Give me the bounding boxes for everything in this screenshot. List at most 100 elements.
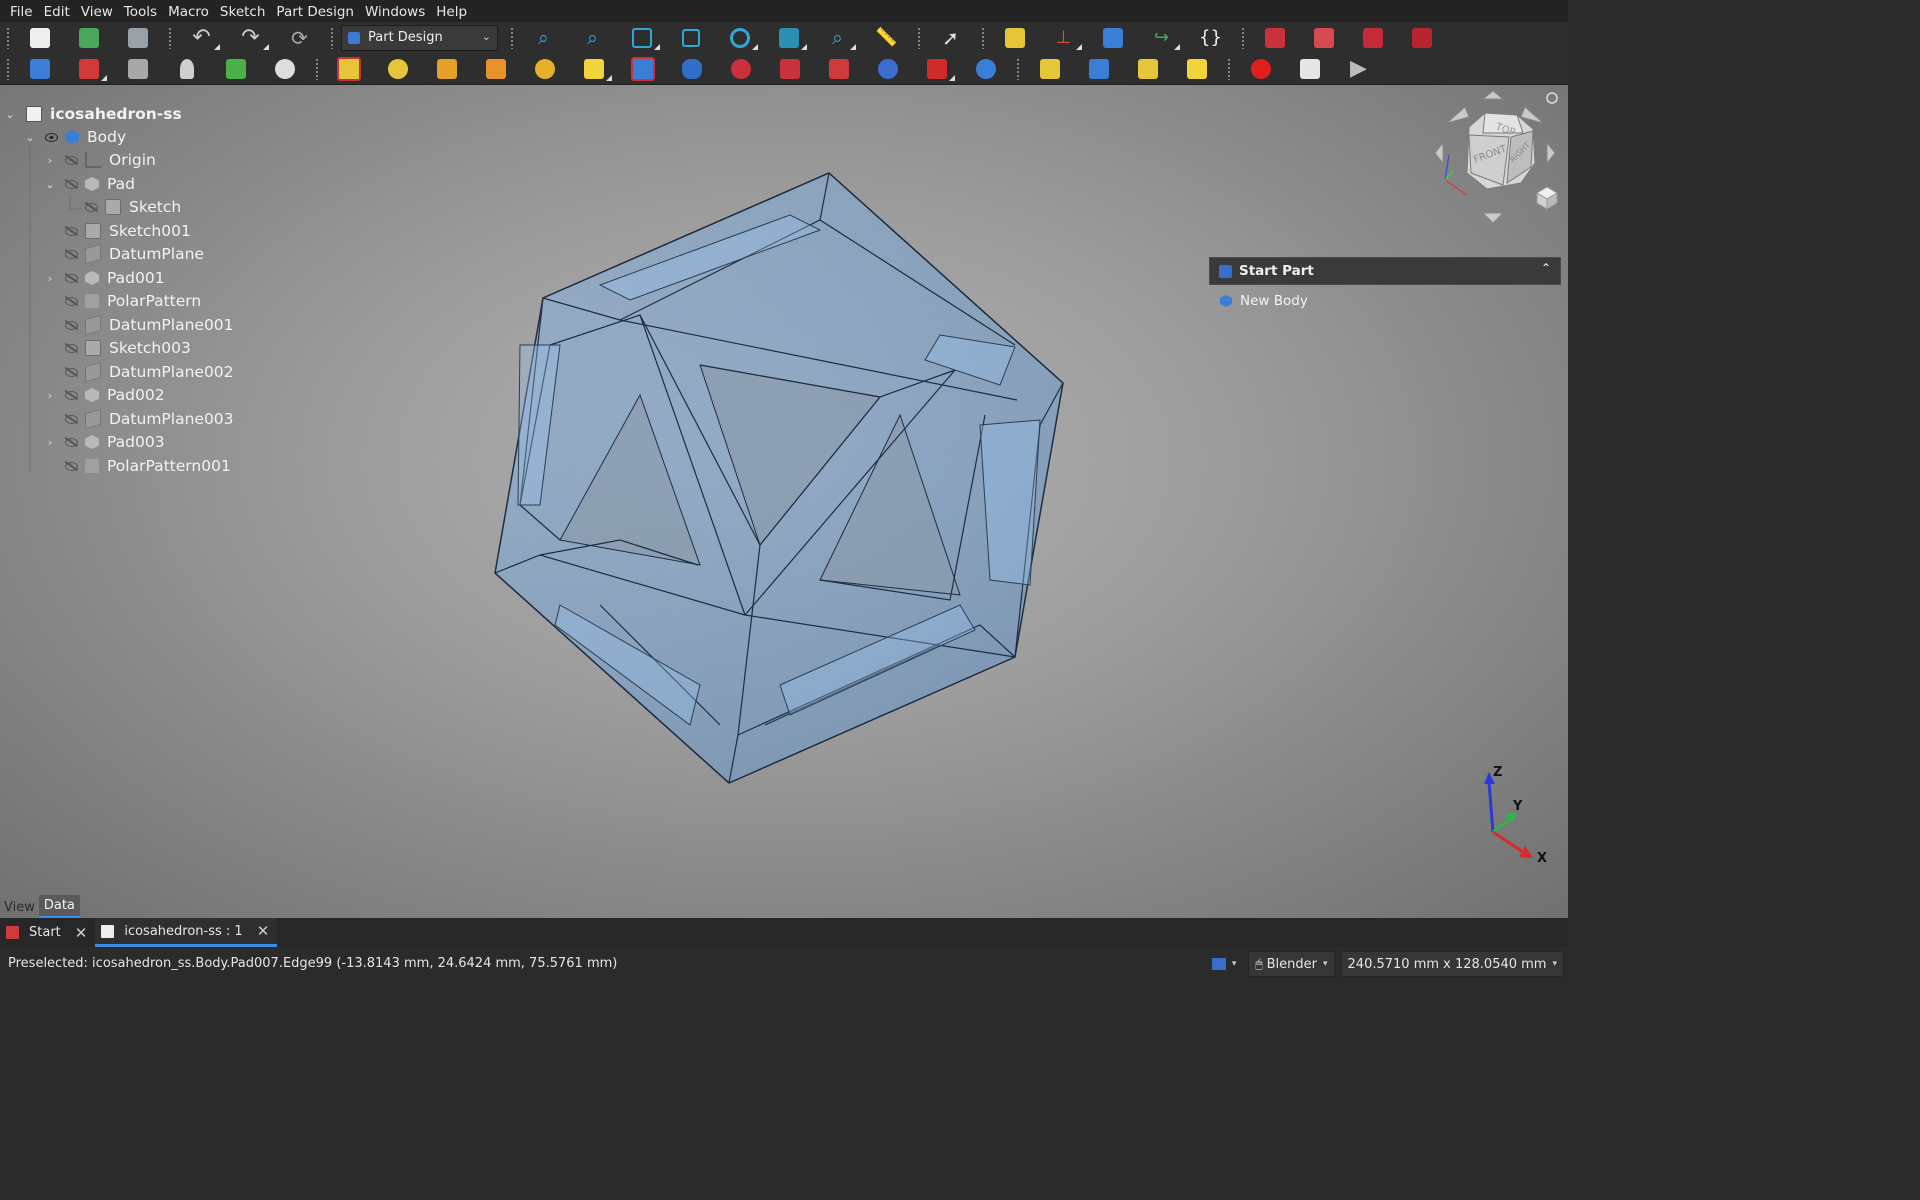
toolbar-grip[interactable] (315, 57, 319, 80)
icosahedron-model[interactable] (0, 85, 1568, 918)
sync-view-button[interactable] (715, 23, 764, 53)
validate-sketch-button[interactable] (113, 54, 162, 84)
body-button[interactable] (15, 54, 64, 84)
subtractive-primitive-button[interactable] (912, 54, 961, 84)
hidden-eye-icon[interactable] (64, 296, 78, 306)
pocket-button[interactable] (618, 54, 667, 84)
menu-file[interactable]: File (6, 4, 37, 20)
new-sketch-button[interactable] (64, 54, 113, 84)
fit-all-button[interactable]: ⌕ (519, 23, 568, 53)
additive-helix-button[interactable] (520, 54, 569, 84)
macro-execute-button[interactable]: ▶ (1334, 54, 1383, 84)
toolbar-grip[interactable] (510, 26, 514, 49)
navigation-style-selector[interactable]: 🖱 Blender ▾ (1248, 951, 1335, 977)
toolbar-grip[interactable] (917, 26, 921, 49)
tree-item-datumplane[interactable]: DatumPlane (44, 243, 204, 265)
new-document-button[interactable] (15, 23, 64, 53)
chevron-right-icon[interactable]: › (44, 389, 56, 402)
tree-item-document[interactable]: ⌄ icosahedron-ss (4, 103, 181, 125)
tree-item-pad002[interactable]: › Pad002 (44, 384, 165, 406)
hidden-eye-icon[interactable] (64, 367, 78, 377)
tree-item-pad001[interactable]: › Pad001 (44, 267, 165, 289)
hidden-eye-icon[interactable] (64, 437, 78, 447)
create-part-button[interactable] (990, 23, 1039, 53)
navigation-cube[interactable]: TOP FRONT RIGHT (1425, 85, 1565, 230)
create-body-button[interactable] (1250, 23, 1299, 53)
chevron-down-icon[interactable]: ⌄ (4, 108, 16, 121)
chevron-down-icon[interactable]: ⌄ (44, 178, 56, 191)
toolbar-grip[interactable] (1016, 57, 1020, 80)
tree-item-datumplane003[interactable]: DatumPlane003 (44, 408, 234, 430)
draw-style-button[interactable] (617, 23, 666, 53)
additive-primitive-button[interactable] (569, 54, 618, 84)
macro-record-button[interactable] (1236, 54, 1285, 84)
toolbar-grip[interactable] (168, 26, 172, 49)
mirrored-button[interactable] (1025, 54, 1074, 84)
create-group-button[interactable] (1088, 23, 1137, 53)
menu-edit[interactable]: Edit (40, 4, 74, 20)
shape-binder-button[interactable] (1348, 23, 1397, 53)
chevron-up-icon[interactable]: ⌃ (1541, 261, 1551, 275)
tree-item-sketch[interactable]: Sketch (64, 196, 181, 218)
additive-pipe-button[interactable] (471, 54, 520, 84)
pad-button[interactable] (324, 54, 373, 84)
macro-edit-button[interactable] (1285, 54, 1334, 84)
hidden-eye-icon[interactable] (64, 414, 78, 424)
3d-viewport[interactable]: ⌄ icosahedron-ss ⌄ Body › Origin ⌄ Pad S… (0, 85, 1568, 918)
hidden-eye-icon[interactable] (64, 273, 78, 283)
menu-tools[interactable]: Tools (120, 4, 161, 20)
menu-help[interactable]: Help (432, 4, 471, 20)
menu-windows[interactable]: Windows (361, 4, 429, 20)
tree-item-sketch001[interactable]: Sketch001 (44, 220, 191, 242)
hidden-eye-icon[interactable] (64, 155, 78, 165)
subtractive-pipe-button[interactable] (814, 54, 863, 84)
hidden-eye-icon[interactable] (64, 461, 78, 471)
datum-point-button[interactable] (162, 54, 211, 84)
tab-icosahedron[interactable]: icosahedron-ss : 1 ✕ (95, 918, 278, 947)
additive-loft-button[interactable] (422, 54, 471, 84)
tab-data[interactable]: Data (38, 895, 80, 918)
save-button[interactable] (113, 23, 162, 53)
bounding-box-button[interactable]: ⌕ (813, 23, 862, 53)
draw-style-selector[interactable]: ▾ (1206, 952, 1243, 976)
menu-macro[interactable]: Macro (164, 4, 213, 20)
hidden-eye-icon[interactable] (84, 202, 98, 212)
tree-item-pad003[interactable]: › Pad003 (44, 431, 165, 453)
menu-part-design[interactable]: Part Design (272, 4, 358, 20)
groove-button[interactable] (716, 54, 765, 84)
toolbar-grip[interactable] (330, 26, 334, 49)
chevron-right-icon[interactable]: › (44, 436, 56, 449)
task-panel-header[interactable]: Start Part ⌃ (1209, 257, 1561, 285)
toolbar-grip[interactable] (6, 57, 10, 80)
toolbar-grip[interactable] (1241, 26, 1245, 49)
datum-line-button[interactable] (211, 54, 260, 84)
multitransform-button[interactable] (1172, 54, 1221, 84)
tree-item-polarpattern001[interactable]: PolarPattern001 (44, 455, 231, 477)
tree-item-polarpattern[interactable]: PolarPattern (44, 290, 201, 312)
tree-item-pad[interactable]: ⌄ Pad (44, 173, 135, 195)
chevron-right-icon[interactable]: › (44, 272, 56, 285)
sub-shape-binder-button[interactable] (1397, 23, 1446, 53)
toolbar-grip[interactable] (1227, 57, 1231, 80)
create-datum-button[interactable]: ⊥ (1039, 23, 1088, 53)
hidden-eye-icon[interactable] (64, 179, 78, 189)
close-icon[interactable]: ✕ (257, 922, 270, 940)
link-button[interactable]: ↪ (1137, 23, 1186, 53)
clone-button[interactable] (1299, 23, 1348, 53)
chevron-down-icon[interactable]: ⌄ (24, 131, 36, 144)
boolean-button[interactable] (961, 54, 1010, 84)
close-icon[interactable]: ✕ (75, 924, 88, 942)
hole-button[interactable] (667, 54, 716, 84)
whats-this-button[interactable]: ➚ (926, 23, 975, 53)
standard-views-button[interactable] (764, 23, 813, 53)
tab-start[interactable]: Start ✕ (0, 918, 95, 947)
hidden-eye-icon[interactable] (64, 390, 78, 400)
tree-item-origin[interactable]: › Origin (44, 149, 156, 171)
toolbar-grip[interactable] (981, 26, 985, 49)
revolution-button[interactable] (373, 54, 422, 84)
dimension-display[interactable]: 240.5710 mm x 128.0540 mm ▾ (1340, 951, 1564, 977)
toolbar-grip[interactable] (6, 26, 10, 49)
fit-selection-button[interactable]: ⌕ (568, 23, 617, 53)
tab-view[interactable]: View (0, 897, 39, 918)
undo-button[interactable]: ↶ (177, 23, 226, 53)
